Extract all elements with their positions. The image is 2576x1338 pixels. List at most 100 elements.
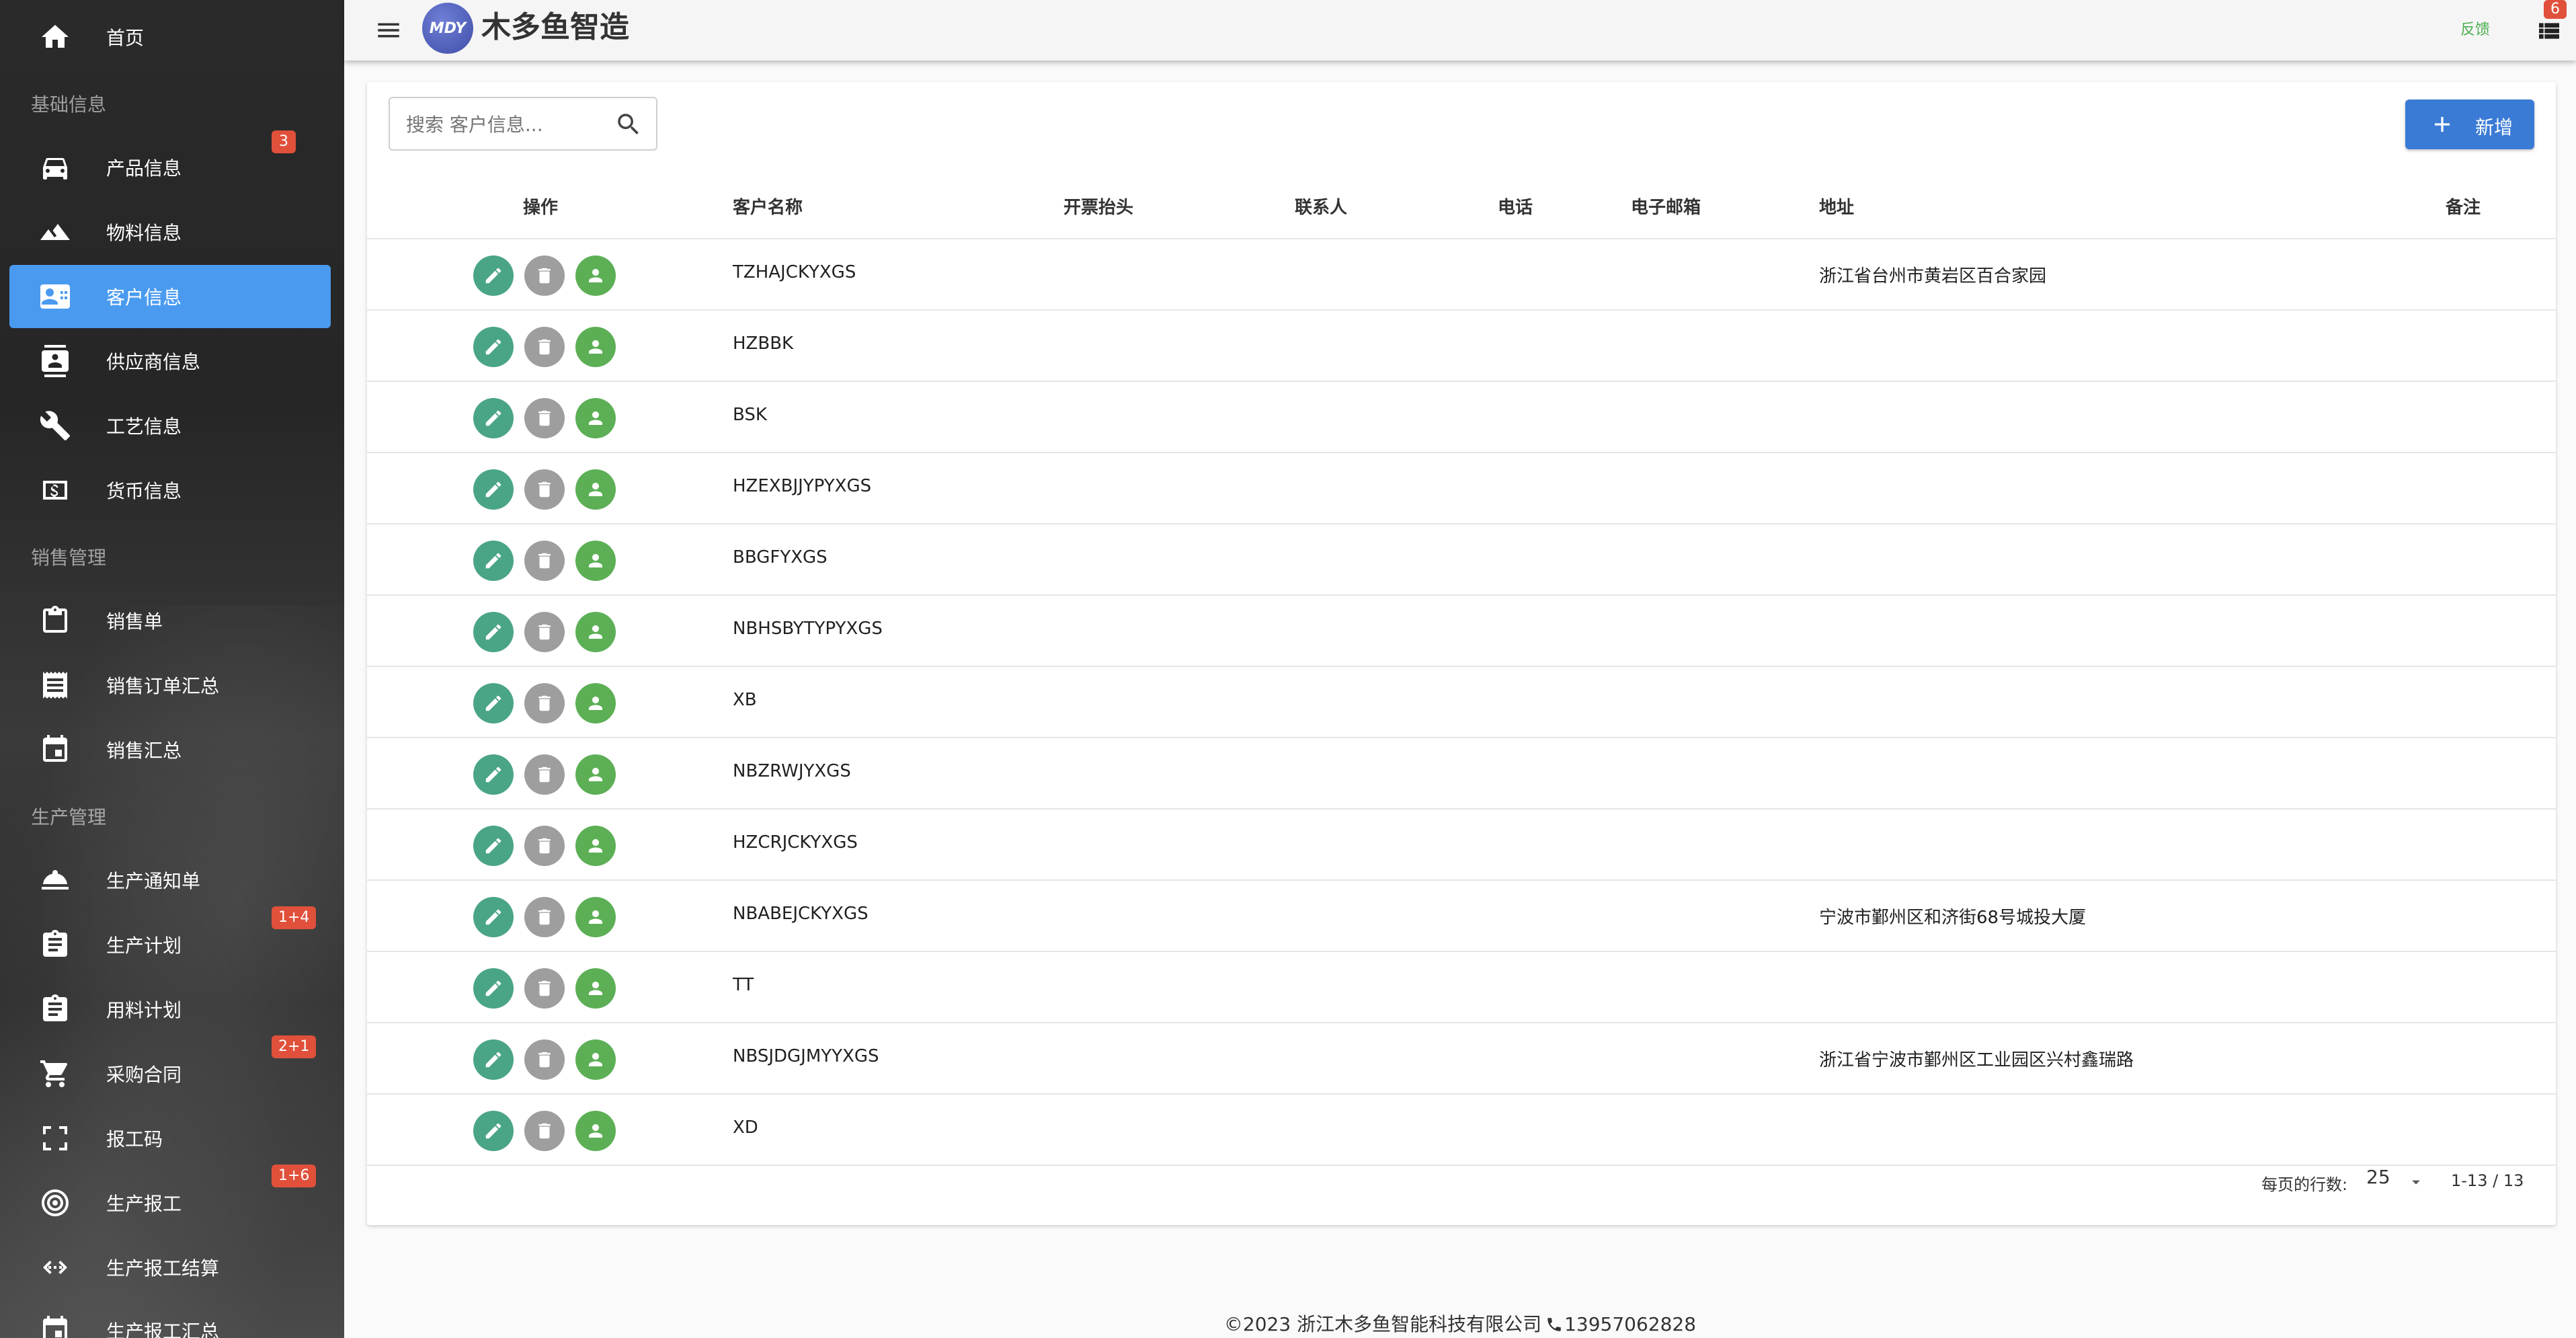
contacts-button[interactable]: [575, 398, 616, 438]
column-header-address[interactable]: 地址: [1819, 194, 1854, 219]
sidebar-item-sales-order-summary[interactable]: 销售订单汇总: [9, 654, 331, 717]
edit-button[interactable]: [473, 469, 514, 510]
contact-book-icon: [38, 344, 73, 379]
delete-button[interactable]: [524, 612, 565, 652]
contacts-button[interactable]: [575, 327, 616, 367]
contacts-button[interactable]: [575, 255, 616, 296]
phone-number: 13957062828: [1564, 1313, 1697, 1335]
sidebar-item-home[interactable]: 首页: [9, 5, 331, 69]
sidebar-item-work-code[interactable]: 报工码: [9, 1107, 331, 1170]
edit-button[interactable]: [473, 541, 514, 581]
sidebar-item-currency[interactable]: 货币信息: [9, 459, 331, 522]
sidebar-item-customer[interactable]: 客户信息: [9, 265, 331, 328]
trash-icon: [534, 266, 555, 286]
column-header-email[interactable]: 电子邮箱: [1631, 194, 1701, 219]
table-row: NBSJDGJMYYXGS 浙江省宁波市鄞州区工业园区兴村鑫瑞路: [367, 1022, 2556, 1095]
section-title-sales: 销售管理: [31, 547, 107, 569]
contacts-button[interactable]: [575, 541, 616, 581]
edit-button[interactable]: [473, 754, 514, 795]
contacts-button[interactable]: [575, 1039, 616, 1080]
sidebar-item-label: 首页: [106, 27, 145, 49]
sidebar-item-label: 产品信息: [106, 157, 182, 180]
sidebar-item-label: 货币信息: [106, 480, 182, 502]
edit-button[interactable]: [473, 327, 514, 367]
rows-per-page-select[interactable]: 25: [2366, 1166, 2390, 1188]
delete-button[interactable]: [524, 327, 565, 367]
app-logo: MDY: [422, 3, 473, 54]
trash-icon: [534, 693, 555, 713]
trash-icon: [534, 1121, 555, 1141]
column-header-invoice[interactable]: 开票抬头: [1063, 194, 1133, 219]
contacts-button[interactable]: [575, 754, 616, 795]
sidebar-item-supplier[interactable]: 供应商信息: [9, 329, 331, 393]
sidebar-item-process[interactable]: 工艺信息: [9, 394, 331, 457]
person-icon: [586, 907, 606, 927]
delete-button[interactable]: [524, 968, 565, 1009]
edit-button[interactable]: [473, 683, 514, 723]
contacts-button[interactable]: [575, 612, 616, 652]
table-row: TZHAJCKYXGS 浙江省台州市黄岩区百合家园: [367, 238, 2556, 311]
column-header-name[interactable]: 客户名称: [733, 194, 803, 219]
sidebar-item-sales-summary[interactable]: 销售汇总: [9, 718, 331, 781]
sidebar-item-label: 销售汇总: [106, 740, 182, 762]
trash-icon: [534, 907, 555, 927]
contacts-button[interactable]: [575, 968, 616, 1009]
contacts-button[interactable]: [575, 897, 616, 937]
row-actions: [473, 968, 627, 1009]
delete-button[interactable]: [524, 398, 565, 438]
row-actions: [473, 897, 627, 937]
cell-customer-name: NBZRWJYXGS: [733, 761, 851, 781]
pencil-icon: [483, 622, 504, 642]
contacts-button[interactable]: [575, 683, 616, 723]
edit-button[interactable]: [473, 1039, 514, 1080]
sidebar-item-sales-order[interactable]: 销售单: [9, 589, 331, 652]
add-button[interactable]: 新增: [2405, 100, 2534, 149]
trash-icon: [534, 1050, 555, 1070]
caret-down-icon[interactable]: [2407, 1173, 2425, 1191]
search-input[interactable]: [405, 98, 609, 151]
sidebar-item-production-notice[interactable]: 生产通知单: [9, 849, 331, 912]
pencil-icon: [483, 479, 504, 500]
column-header-remark[interactable]: 备注: [2446, 194, 2481, 219]
search-field[interactable]: [389, 97, 657, 151]
contacts-button[interactable]: [575, 469, 616, 510]
column-header-contact[interactable]: 联系人: [1295, 194, 1347, 219]
edit-button[interactable]: [473, 826, 514, 866]
row-actions: [473, 327, 627, 367]
row-actions: [473, 1039, 627, 1080]
edit-button[interactable]: [473, 398, 514, 438]
edit-button[interactable]: [473, 255, 514, 296]
contacts-button[interactable]: [575, 1111, 616, 1151]
table-row: XD: [367, 1093, 2556, 1166]
pencil-icon: [483, 836, 504, 856]
delete-button[interactable]: [524, 897, 565, 937]
sidebar-item-material[interactable]: 物料信息: [9, 200, 331, 264]
delete-button[interactable]: [524, 255, 565, 296]
delete-button[interactable]: [524, 826, 565, 866]
edit-button[interactable]: [473, 897, 514, 937]
sidebar-item-report-settlement[interactable]: 生产报工结算: [9, 1236, 331, 1299]
person-icon: [586, 1121, 606, 1141]
edit-button[interactable]: [473, 1111, 514, 1151]
sidebar-item-material-plan[interactable]: 用料计划: [9, 978, 331, 1041]
delete-button[interactable]: [524, 541, 565, 581]
search-icon[interactable]: [614, 110, 643, 139]
cell-customer-name: NBHSBYTYPYXGS: [733, 619, 883, 639]
menu-button[interactable]: [368, 10, 409, 50]
table-row: NBHSBYTYPYXGS: [367, 594, 2556, 667]
column-header-phone[interactable]: 电话: [1498, 194, 1533, 219]
edit-button[interactable]: [473, 612, 514, 652]
target-icon: [38, 1185, 73, 1220]
feedback-link[interactable]: 反馈: [2460, 17, 2490, 39]
delete-button[interactable]: [524, 469, 565, 510]
delete-button[interactable]: [524, 754, 565, 795]
delete-button[interactable]: [524, 1111, 565, 1151]
cell-customer-name: HZEXBJJYPYXGS: [733, 476, 872, 496]
edit-button[interactable]: [473, 968, 514, 1009]
contacts-button[interactable]: [575, 826, 616, 866]
pencil-icon: [483, 1121, 504, 1141]
delete-button[interactable]: [524, 1039, 565, 1080]
delete-button[interactable]: [524, 683, 565, 723]
footer: ©2023 浙江木多鱼智能科技有限公司 13957062828: [344, 1310, 2576, 1337]
sidebar-item-report-summary[interactable]: 生产报工汇总: [9, 1299, 331, 1338]
